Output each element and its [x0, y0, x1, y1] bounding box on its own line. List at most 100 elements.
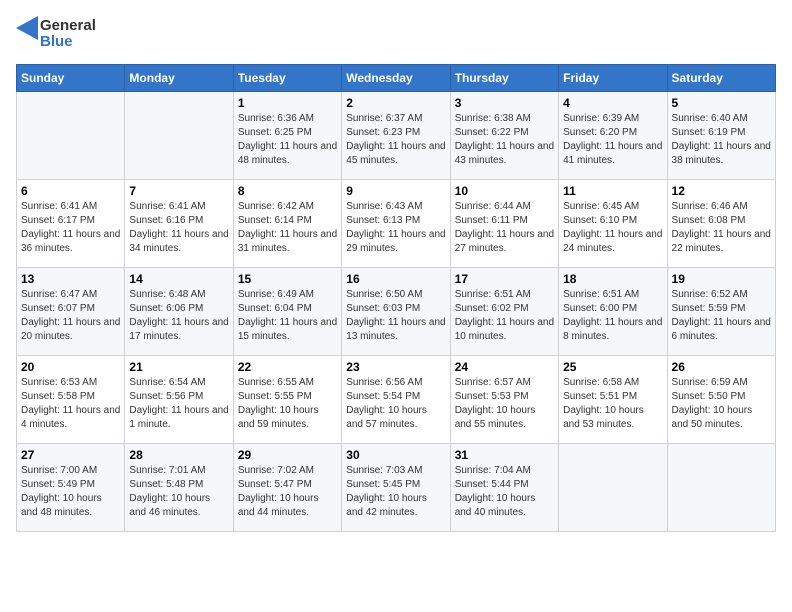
sunset-time: Sunset: 6:08 PM [672, 215, 746, 226]
weekday-header: Friday [559, 65, 667, 92]
calendar-cell: 11 Sunrise: 6:45 AM Sunset: 6:10 PM Dayl… [559, 180, 667, 268]
calendar-cell [667, 444, 775, 532]
calendar-cell: 7 Sunrise: 6:41 AM Sunset: 6:16 PM Dayli… [125, 180, 233, 268]
calendar-cell: 24 Sunrise: 6:57 AM Sunset: 5:53 PM Dayl… [450, 356, 558, 444]
day-info: Sunrise: 6:52 AM Sunset: 5:59 PM Dayligh… [672, 288, 771, 344]
sunset-time: Sunset: 5:58 PM [21, 391, 95, 402]
sunset-time: Sunset: 5:54 PM [346, 391, 420, 402]
sunset-time: Sunset: 6:02 PM [455, 303, 529, 314]
sunset-time: Sunset: 6:23 PM [346, 127, 420, 138]
day-number: 23 [346, 360, 445, 374]
day-number: 2 [346, 96, 445, 110]
sunrise-time: Sunrise: 6:46 AM [672, 201, 748, 212]
sunrise-time: Sunrise: 6:42 AM [238, 201, 314, 212]
day-info: Sunrise: 6:41 AM Sunset: 6:17 PM Dayligh… [21, 200, 120, 256]
day-info: Sunrise: 6:55 AM Sunset: 5:55 PM Dayligh… [238, 376, 337, 432]
daylight-hours: Daylight: 11 hours and 13 minutes. [346, 317, 445, 342]
sunrise-time: Sunrise: 6:59 AM [672, 377, 748, 388]
day-info: Sunrise: 6:43 AM Sunset: 6:13 PM Dayligh… [346, 200, 445, 256]
day-number: 29 [238, 448, 337, 462]
sunset-time: Sunset: 6:11 PM [455, 215, 528, 226]
calendar-cell: 28 Sunrise: 7:01 AM Sunset: 5:48 PM Dayl… [125, 444, 233, 532]
day-info: Sunrise: 7:03 AM Sunset: 5:45 PM Dayligh… [346, 464, 445, 520]
calendar-cell: 1 Sunrise: 6:36 AM Sunset: 6:25 PM Dayli… [233, 92, 341, 180]
daylight-hours: Daylight: 11 hours and 8 minutes. [563, 317, 662, 342]
weekday-header: Wednesday [342, 65, 450, 92]
day-number: 22 [238, 360, 337, 374]
daylight-hours: Daylight: 10 hours and 53 minutes. [563, 405, 644, 430]
sunrise-time: Sunrise: 6:48 AM [129, 289, 205, 300]
calendar-cell: 12 Sunrise: 6:46 AM Sunset: 6:08 PM Dayl… [667, 180, 775, 268]
day-info: Sunrise: 6:48 AM Sunset: 6:06 PM Dayligh… [129, 288, 228, 344]
day-number: 5 [672, 96, 771, 110]
day-number: 16 [346, 272, 445, 286]
sunset-time: Sunset: 5:44 PM [455, 479, 529, 490]
sunset-time: Sunset: 5:49 PM [21, 479, 95, 490]
day-info: Sunrise: 6:51 AM Sunset: 6:02 PM Dayligh… [455, 288, 554, 344]
daylight-hours: Daylight: 10 hours and 42 minutes. [346, 493, 427, 518]
daylight-hours: Daylight: 11 hours and 27 minutes. [455, 229, 554, 254]
calendar-cell: 9 Sunrise: 6:43 AM Sunset: 6:13 PM Dayli… [342, 180, 450, 268]
calendar-cell: 29 Sunrise: 7:02 AM Sunset: 5:47 PM Dayl… [233, 444, 341, 532]
sunset-time: Sunset: 6:04 PM [238, 303, 312, 314]
day-number: 13 [21, 272, 120, 286]
day-info: Sunrise: 6:50 AM Sunset: 6:03 PM Dayligh… [346, 288, 445, 344]
sunset-time: Sunset: 5:59 PM [672, 303, 746, 314]
calendar-cell: 18 Sunrise: 6:51 AM Sunset: 6:00 PM Dayl… [559, 268, 667, 356]
day-info: Sunrise: 6:38 AM Sunset: 6:22 PM Dayligh… [455, 112, 554, 168]
calendar-cell: 5 Sunrise: 6:40 AM Sunset: 6:19 PM Dayli… [667, 92, 775, 180]
sunset-time: Sunset: 6:19 PM [672, 127, 746, 138]
calendar-cell: 10 Sunrise: 6:44 AM Sunset: 6:11 PM Dayl… [450, 180, 558, 268]
day-info: Sunrise: 6:49 AM Sunset: 6:04 PM Dayligh… [238, 288, 337, 344]
day-number: 25 [563, 360, 662, 374]
sunset-time: Sunset: 6:17 PM [21, 215, 95, 226]
sunset-time: Sunset: 5:53 PM [455, 391, 529, 402]
sunset-time: Sunset: 6:20 PM [563, 127, 637, 138]
daylight-hours: Daylight: 11 hours and 22 minutes. [672, 229, 771, 254]
day-info: Sunrise: 6:59 AM Sunset: 5:50 PM Dayligh… [672, 376, 771, 432]
calendar-cell: 25 Sunrise: 6:58 AM Sunset: 5:51 PM Dayl… [559, 356, 667, 444]
weekday-header-row: SundayMondayTuesdayWednesdayThursdayFrid… [17, 65, 776, 92]
day-number: 9 [346, 184, 445, 198]
day-number: 4 [563, 96, 662, 110]
sunrise-time: Sunrise: 6:39 AM [563, 113, 639, 124]
calendar-week-row: 1 Sunrise: 6:36 AM Sunset: 6:25 PM Dayli… [17, 92, 776, 180]
day-info: Sunrise: 7:01 AM Sunset: 5:48 PM Dayligh… [129, 464, 228, 520]
calendar-cell: 22 Sunrise: 6:55 AM Sunset: 5:55 PM Dayl… [233, 356, 341, 444]
day-info: Sunrise: 6:45 AM Sunset: 6:10 PM Dayligh… [563, 200, 662, 256]
day-number: 20 [21, 360, 120, 374]
day-number: 19 [672, 272, 771, 286]
day-number: 24 [455, 360, 554, 374]
sunrise-time: Sunrise: 6:44 AM [455, 201, 531, 212]
daylight-hours: Daylight: 11 hours and 17 minutes. [129, 317, 228, 342]
day-number: 3 [455, 96, 554, 110]
sunrise-time: Sunrise: 6:51 AM [563, 289, 639, 300]
calendar-cell [17, 92, 125, 180]
calendar-cell: 16 Sunrise: 6:50 AM Sunset: 6:03 PM Dayl… [342, 268, 450, 356]
calendar-cell: 30 Sunrise: 7:03 AM Sunset: 5:45 PM Dayl… [342, 444, 450, 532]
calendar-week-row: 27 Sunrise: 7:00 AM Sunset: 5:49 PM Dayl… [17, 444, 776, 532]
daylight-hours: Daylight: 11 hours and 38 minutes. [672, 141, 771, 166]
calendar-cell: 26 Sunrise: 6:59 AM Sunset: 5:50 PM Dayl… [667, 356, 775, 444]
daylight-hours: Daylight: 11 hours and 24 minutes. [563, 229, 662, 254]
sunrise-time: Sunrise: 6:51 AM [455, 289, 531, 300]
calendar-cell: 27 Sunrise: 7:00 AM Sunset: 5:49 PM Dayl… [17, 444, 125, 532]
sunset-time: Sunset: 5:47 PM [238, 479, 312, 490]
daylight-hours: Daylight: 11 hours and 45 minutes. [346, 141, 445, 166]
calendar-week-row: 6 Sunrise: 6:41 AM Sunset: 6:17 PM Dayli… [17, 180, 776, 268]
daylight-hours: Daylight: 11 hours and 34 minutes. [129, 229, 228, 254]
sunrise-time: Sunrise: 6:53 AM [21, 377, 97, 388]
daylight-hours: Daylight: 10 hours and 44 minutes. [238, 493, 319, 518]
sunrise-time: Sunrise: 6:50 AM [346, 289, 422, 300]
weekday-header: Saturday [667, 65, 775, 92]
weekday-header: Tuesday [233, 65, 341, 92]
sunrise-time: Sunrise: 6:41 AM [129, 201, 205, 212]
sunrise-time: Sunrise: 6:49 AM [238, 289, 314, 300]
day-info: Sunrise: 6:53 AM Sunset: 5:58 PM Dayligh… [21, 376, 120, 432]
sunrise-time: Sunrise: 7:01 AM [129, 465, 205, 476]
sunrise-time: Sunrise: 6:58 AM [563, 377, 639, 388]
sunrise-time: Sunrise: 7:04 AM [455, 465, 531, 476]
day-info: Sunrise: 6:41 AM Sunset: 6:16 PM Dayligh… [129, 200, 228, 256]
sunrise-time: Sunrise: 6:38 AM [455, 113, 531, 124]
sunset-time: Sunset: 5:55 PM [238, 391, 312, 402]
